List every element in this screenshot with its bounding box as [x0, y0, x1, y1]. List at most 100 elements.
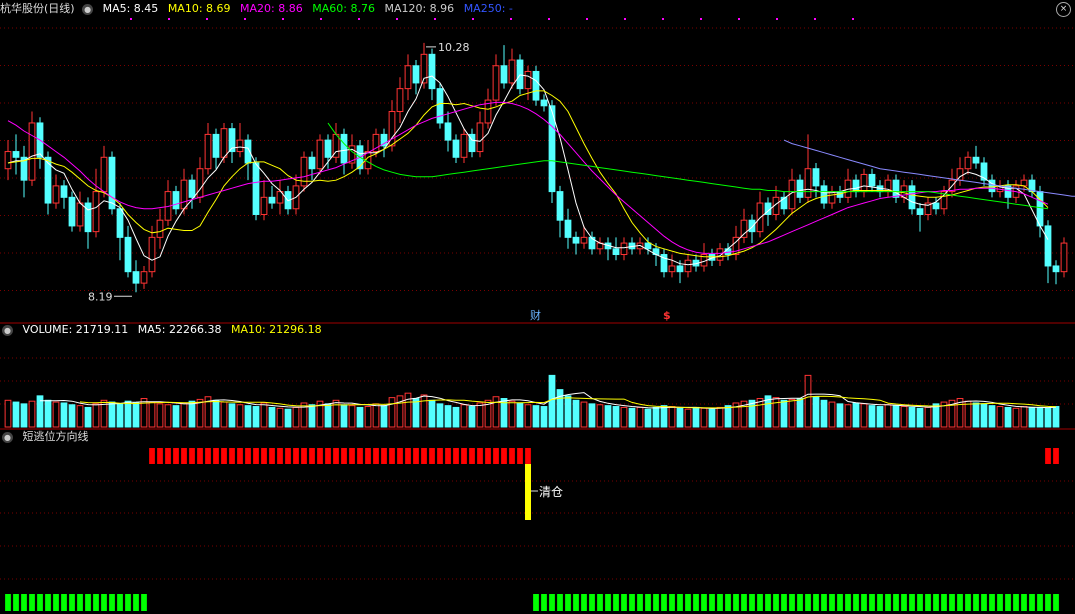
volume-bar	[356, 406, 364, 428]
candle	[748, 219, 756, 233]
candle	[156, 219, 164, 238]
volume-bar	[404, 392, 412, 428]
candle	[964, 156, 972, 170]
signal-green-bar	[813, 594, 819, 611]
volume-bar	[476, 402, 484, 428]
signal-green-bar	[645, 594, 651, 611]
signal-red-bar	[341, 448, 347, 464]
signal-red-bar	[325, 448, 331, 464]
signal-red-bar	[429, 448, 435, 464]
signal-green-bar	[957, 594, 963, 611]
signal-red-bar	[189, 448, 195, 464]
signal-green-bar	[1021, 594, 1027, 611]
candle	[476, 122, 484, 153]
candle	[4, 151, 12, 170]
volume-bar	[692, 406, 700, 428]
close-icon[interactable]: ×	[1056, 2, 1071, 17]
signal-settings-dot-icon[interactable]: ●	[2, 431, 13, 443]
candle	[564, 219, 572, 238]
volume-bar	[468, 406, 476, 428]
signal-green-bar	[773, 594, 779, 611]
candle	[668, 265, 676, 273]
max-price-label: 10.28	[438, 41, 470, 54]
volume-bar	[284, 408, 292, 428]
signal-green-bar	[629, 594, 635, 611]
candle	[1044, 225, 1052, 267]
signal-green-bar	[765, 594, 771, 611]
volume-header: ● VOLUME: 21719.11 MA5: 22266.38 MA10: 2…	[0, 321, 328, 339]
volume-bar	[108, 401, 116, 428]
volume-bar	[44, 399, 52, 428]
signal-red-bar	[389, 448, 395, 464]
signal-green-bar	[557, 594, 563, 611]
candle	[340, 133, 348, 164]
volume-bar	[660, 405, 668, 428]
signal-green-bar	[1053, 594, 1059, 611]
volume-bar	[724, 405, 732, 428]
volume-bar	[196, 398, 204, 428]
candle	[1060, 242, 1068, 273]
candle	[532, 70, 540, 101]
volume-bar	[228, 403, 236, 428]
volume-bar	[132, 402, 140, 428]
signal-red-bar	[285, 448, 291, 464]
signal-green-bar	[869, 594, 875, 611]
signal-green-bar	[109, 594, 115, 611]
volume-bar	[52, 401, 60, 428]
signal-red-bar	[221, 448, 227, 464]
signal-green-bar	[805, 594, 811, 611]
signal-green-bar	[613, 594, 619, 611]
signal-green-bar	[861, 594, 867, 611]
top-tick	[852, 18, 854, 20]
candle	[132, 271, 140, 284]
candle	[500, 65, 508, 84]
candle	[684, 259, 692, 273]
volume-bar	[212, 399, 220, 428]
signal-red-bar	[493, 448, 499, 464]
volume-bar	[348, 405, 356, 428]
candle	[516, 59, 524, 90]
candle	[124, 236, 132, 273]
volume-bar	[612, 406, 620, 428]
signal-green-bar	[5, 594, 11, 611]
signal-green-bar	[573, 594, 579, 611]
volume-bar	[756, 398, 764, 428]
signal-red-bar	[357, 448, 363, 464]
signal-green-bar	[741, 594, 747, 611]
volume-bar	[820, 399, 828, 428]
candle	[12, 151, 20, 158]
volume-bar	[460, 404, 468, 428]
volume-bar	[876, 406, 884, 428]
candle	[268, 196, 276, 204]
candle	[404, 65, 412, 90]
signal-green-bar	[53, 594, 59, 611]
volume-bar	[572, 399, 580, 428]
candle	[60, 185, 68, 198]
candle	[820, 185, 828, 204]
volume-bar	[380, 405, 388, 428]
main-title: 杭华股份(日线)	[0, 2, 75, 15]
signal-red-bar	[405, 448, 411, 464]
volume-bar	[412, 398, 420, 428]
volume-bar	[1028, 406, 1036, 428]
signal-green-bar	[1005, 594, 1011, 611]
signal-red-bar	[269, 448, 275, 464]
top-tick	[662, 18, 664, 20]
signal-green-bar	[973, 594, 979, 611]
candle	[188, 179, 196, 198]
volume-bar	[548, 374, 556, 428]
volume-settings-dot-icon[interactable]: ●	[2, 324, 13, 336]
event-marker-dividend: $	[663, 309, 671, 322]
signal-green-bar	[885, 594, 891, 611]
signal-red-bar	[485, 448, 491, 464]
ma10-line	[7, 90, 1049, 258]
settings-dot-icon[interactable]: ●	[82, 3, 94, 15]
candle	[396, 88, 404, 113]
signal-red-bar	[181, 448, 187, 464]
min-price-label: 8.19	[88, 290, 113, 303]
signal-group: 清仓	[5, 448, 1059, 611]
volume-bar	[636, 406, 644, 428]
signal-green-bar	[45, 594, 51, 611]
event-marker-finance: 财	[530, 308, 541, 322]
signal-red-bar	[525, 448, 531, 464]
